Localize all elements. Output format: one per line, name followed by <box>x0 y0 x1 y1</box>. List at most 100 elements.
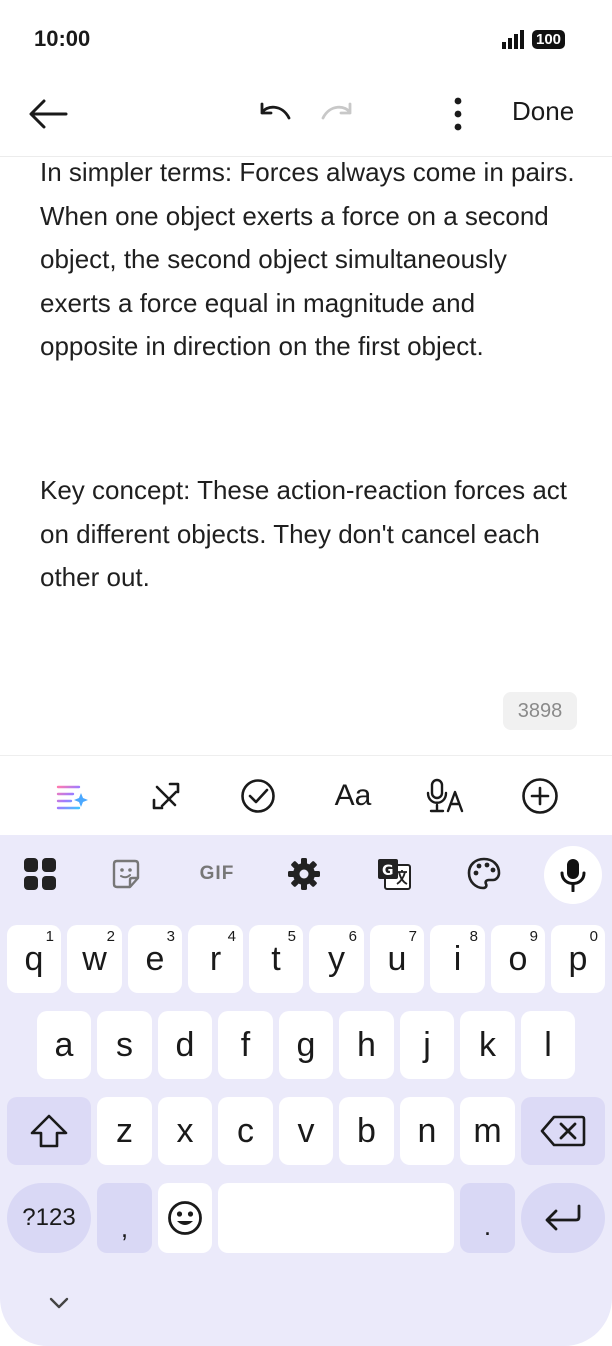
voice-recording-button[interactable] <box>426 776 466 816</box>
emoji-key[interactable] <box>158 1183 212 1253</box>
svg-text:G: G <box>382 863 394 879</box>
key-d[interactable]: d <box>158 1011 212 1079</box>
key-number-hint: 6 <box>348 928 357 945</box>
key-m[interactable]: m <box>460 1097 515 1165</box>
key-n[interactable]: n <box>400 1097 454 1165</box>
key-p[interactable]: p0 <box>551 925 605 993</box>
theme-button[interactable] <box>462 852 506 896</box>
signal-icon <box>502 30 524 49</box>
key-number-hint: 8 <box>469 928 478 945</box>
chevron-down-icon <box>49 1297 69 1309</box>
key-number-hint: 0 <box>589 928 598 945</box>
key-number-hint: 7 <box>408 928 417 945</box>
more-options-button[interactable] <box>440 94 476 134</box>
sticker-icon <box>112 859 140 889</box>
undo-button[interactable] <box>254 94 294 134</box>
enter-icon <box>545 1204 581 1231</box>
key-b[interactable]: b <box>339 1097 394 1165</box>
mic-text-icon <box>426 778 464 813</box>
translate-icon: G <box>378 859 411 890</box>
key-v[interactable]: v <box>279 1097 333 1165</box>
note-paragraph-2[interactable]: Key concept: These action-reaction force… <box>40 469 580 600</box>
key-h[interactable]: h <box>339 1011 394 1079</box>
key-number-hint: 4 <box>227 928 236 945</box>
note-paragraph-1[interactable]: In simpler terms: Forces always come in … <box>40 151 580 369</box>
emoji-icon <box>168 1201 202 1235</box>
key-label: p <box>568 939 588 978</box>
period-key[interactable]: . <box>460 1183 515 1253</box>
key-label: w <box>82 939 107 978</box>
translate-button[interactable]: G <box>372 852 416 896</box>
key-label: y <box>328 939 345 978</box>
key-g[interactable]: g <box>279 1011 333 1079</box>
key-t[interactable]: t5 <box>249 925 303 993</box>
hide-keyboard-button[interactable] <box>48 1296 70 1315</box>
microphone-icon <box>560 859 586 892</box>
check-circle-icon <box>241 779 275 813</box>
enter-key[interactable] <box>521 1183 605 1253</box>
insert-button[interactable] <box>520 776 560 816</box>
key-e[interactable]: e3 <box>128 925 182 993</box>
key-number-hint: 9 <box>529 928 538 945</box>
key-x[interactable]: x <box>158 1097 212 1165</box>
backspace-icon <box>540 1115 586 1147</box>
back-arrow-icon <box>29 99 68 129</box>
key-l[interactable]: l <box>521 1011 575 1079</box>
text-style-button[interactable]: Aa <box>330 776 376 816</box>
key-z[interactable]: z <box>97 1097 152 1165</box>
symbols-key[interactable]: ?123 <box>7 1183 91 1253</box>
key-number-hint: 2 <box>106 928 115 945</box>
redo-icon <box>321 102 352 120</box>
gear-icon <box>288 858 320 890</box>
key-label: r <box>209 939 222 978</box>
key-c[interactable]: c <box>218 1097 273 1165</box>
palette-icon <box>467 857 501 890</box>
shift-key[interactable] <box>7 1097 91 1165</box>
key-u[interactable]: u7 <box>370 925 424 993</box>
space-key[interactable] <box>218 1183 454 1253</box>
key-q[interactable]: q1 <box>7 925 61 993</box>
key-number-hint: 1 <box>45 928 54 945</box>
keyboard-settings-button[interactable] <box>282 852 326 896</box>
sticker-button[interactable] <box>104 852 148 896</box>
key-f[interactable]: f <box>218 1011 273 1079</box>
gif-button[interactable]: GIF <box>194 852 240 896</box>
pen-slash-icon <box>152 782 180 810</box>
voice-input-button[interactable] <box>544 846 602 904</box>
key-label: t <box>271 939 281 978</box>
status-icons: 100 <box>502 29 566 49</box>
grid-icon <box>24 858 56 890</box>
keyboard-apps-button[interactable] <box>18 852 62 896</box>
key-label: u <box>387 939 407 978</box>
ai-format-button[interactable] <box>52 776 92 816</box>
shift-arrow-icon <box>30 1114 68 1148</box>
more-vertical-icon <box>454 97 462 131</box>
status-time: 10:00 <box>34 26 91 51</box>
back-button[interactable] <box>26 92 70 136</box>
key-label: o <box>508 939 528 978</box>
sparkle-text-icon <box>56 785 88 810</box>
handwriting-button[interactable] <box>146 776 186 816</box>
undo-icon <box>260 102 291 120</box>
key-number-hint: 5 <box>287 928 296 945</box>
key-j[interactable]: j <box>400 1011 454 1079</box>
key-i[interactable]: i8 <box>430 925 485 993</box>
redo-button[interactable] <box>318 94 358 134</box>
backspace-key[interactable] <box>521 1097 605 1165</box>
key-label: q <box>24 939 44 978</box>
battery-indicator: 100 <box>532 29 566 49</box>
key-o[interactable]: o9 <box>491 925 545 993</box>
key-number-hint: 3 <box>166 928 175 945</box>
key-k[interactable]: k <box>460 1011 515 1079</box>
plus-circle-icon <box>522 778 558 814</box>
done-button[interactable]: Done <box>512 96 574 127</box>
key-s[interactable]: s <box>97 1011 152 1079</box>
character-count-badge: 3898 <box>503 692 577 730</box>
key-w[interactable]: w2 <box>67 925 122 993</box>
checklist-button[interactable] <box>238 776 278 816</box>
key-a[interactable]: a <box>37 1011 91 1079</box>
keyboard <box>0 835 612 1346</box>
key-y[interactable]: y6 <box>309 925 364 993</box>
key-r[interactable]: r4 <box>188 925 243 993</box>
comma-key[interactable]: , <box>97 1183 152 1253</box>
